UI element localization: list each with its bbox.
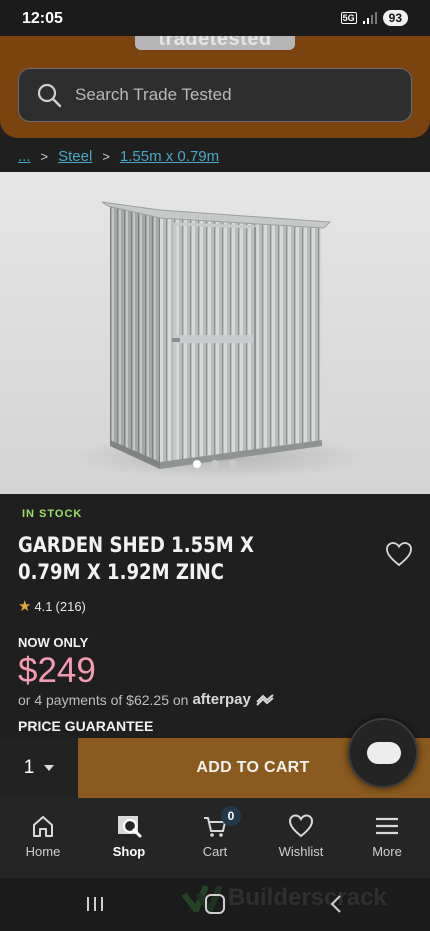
carousel-dot-1[interactable] bbox=[193, 460, 201, 468]
home-button-icon[interactable] bbox=[200, 892, 230, 916]
breadcrumb-item-steel[interactable]: Steel bbox=[58, 148, 92, 165]
nav-more[interactable]: More bbox=[344, 798, 430, 878]
nav-shop-label: Shop bbox=[112, 844, 146, 859]
star-icon: ★ bbox=[18, 598, 32, 615]
battery-icon: 93 bbox=[382, 10, 408, 26]
breadcrumb-item-size[interactable]: 1.55m x 0.79m bbox=[120, 148, 219, 165]
breadcrumb-ellipsis[interactable]: ... bbox=[18, 148, 31, 165]
site-logo[interactable]: tradetested bbox=[135, 36, 295, 50]
chat-bubble-icon bbox=[367, 742, 401, 764]
shop-icon bbox=[118, 816, 142, 838]
afterpay-arrows-icon bbox=[256, 693, 274, 706]
chevron-down-icon bbox=[44, 765, 55, 771]
nav-shop[interactable]: Shop bbox=[86, 798, 172, 878]
garden-shed-image bbox=[0, 172, 430, 494]
breadcrumb: ... > Steel > 1.55m x 0.79m bbox=[18, 146, 219, 166]
chevron-right-icon: > bbox=[102, 148, 110, 164]
product-price: $249 bbox=[18, 651, 96, 690]
carousel-dots bbox=[0, 460, 430, 468]
carousel-dot-3[interactable] bbox=[229, 460, 237, 468]
nav-home[interactable]: Home bbox=[0, 798, 86, 878]
watermark-text: Builderscrack bbox=[228, 884, 387, 911]
chat-button[interactable] bbox=[348, 718, 418, 788]
home-icon bbox=[33, 816, 53, 837]
installments-info: or 4 payments of $62.25 on afterpay bbox=[18, 691, 275, 708]
recent-apps-icon[interactable] bbox=[80, 892, 110, 916]
network-icon: 5G bbox=[340, 12, 357, 24]
nav-more-label: More bbox=[372, 844, 402, 859]
afterpay-logo: afterpay bbox=[192, 691, 251, 708]
rating-value: 4.1 bbox=[34, 598, 53, 614]
product-title: GARDEN SHED 1.55M X 0.79M X 1.92M ZINC bbox=[18, 533, 254, 584]
add-to-cart-label: ADD TO CART bbox=[196, 759, 310, 776]
bottom-navigation: Home Shop 0 Cart Wishlist More bbox=[0, 798, 430, 878]
nav-cart-label: Cart bbox=[202, 844, 228, 859]
installments-text: or 4 payments of $62.25 on bbox=[18, 691, 189, 708]
nav-wishlist[interactable]: Wishlist bbox=[258, 798, 344, 878]
quantity-value: 1 bbox=[23, 757, 35, 778]
signal-icon bbox=[362, 12, 377, 24]
product-details: IN STOCK GARDEN SHED 1.55M X 0.79M X 1.9… bbox=[0, 494, 430, 740]
product-image-carousel[interactable] bbox=[0, 172, 430, 494]
review-count: (216) bbox=[55, 598, 86, 614]
heart-icon bbox=[288, 814, 314, 838]
status-indicators: 5G 93 bbox=[340, 10, 408, 26]
quantity-select[interactable]: 1 bbox=[0, 738, 78, 798]
stock-status-badge: IN STOCK bbox=[22, 508, 83, 520]
cart-count-badge: 0 bbox=[221, 806, 241, 826]
carousel-dot-2[interactable] bbox=[211, 460, 219, 468]
price-guarantee[interactable]: PRICE GUARANTEE bbox=[18, 718, 153, 734]
logo-text: tradetested bbox=[158, 36, 272, 50]
heart-icon[interactable] bbox=[385, 541, 413, 567]
search-icon bbox=[37, 83, 62, 108]
nav-cart[interactable]: 0 Cart bbox=[172, 798, 258, 878]
search-input[interactable]: Search Trade Tested bbox=[18, 68, 412, 122]
status-time: 12:05 bbox=[22, 10, 63, 27]
back-icon[interactable] bbox=[322, 892, 352, 916]
system-navigation-bar: Builderscrack bbox=[0, 878, 430, 931]
menu-icon bbox=[376, 817, 398, 835]
nav-wishlist-label: Wishlist bbox=[278, 844, 324, 859]
product-rating[interactable]: ★ 4.1 (216) bbox=[18, 597, 86, 615]
site-header: tradetested Search Trade Tested bbox=[0, 36, 430, 138]
price-label: NOW ONLY bbox=[18, 635, 89, 650]
search-placeholder: Search Trade Tested bbox=[75, 85, 232, 104]
nav-home-label: Home bbox=[25, 844, 61, 859]
status-bar: 12:05 5G 93 bbox=[0, 0, 430, 36]
chevron-right-icon: > bbox=[40, 148, 49, 164]
